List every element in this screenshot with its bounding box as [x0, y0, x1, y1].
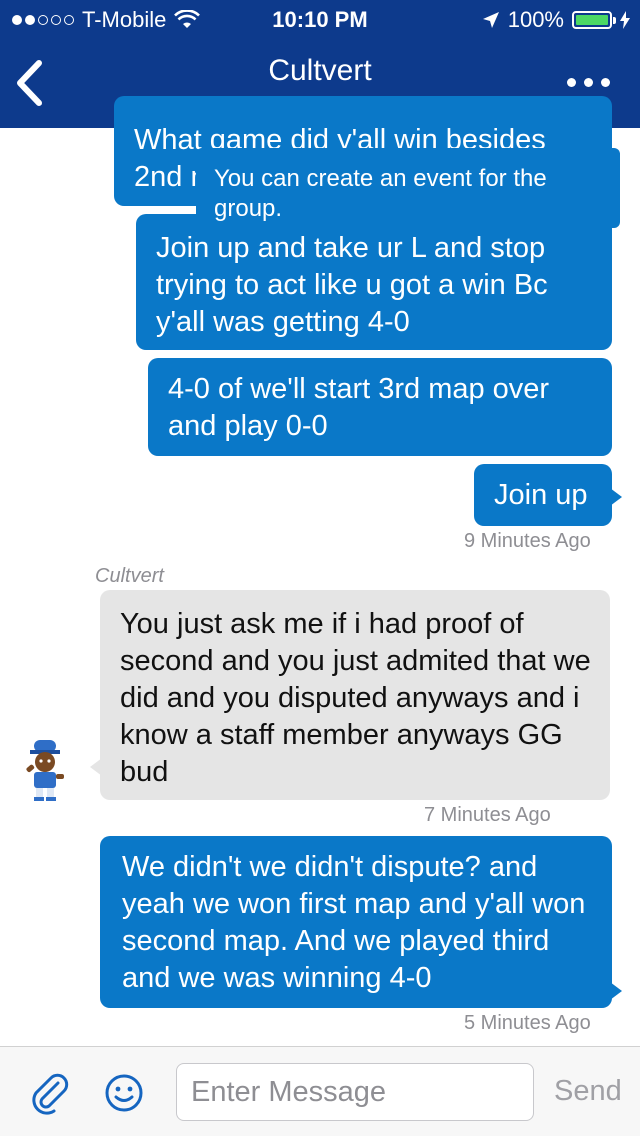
message-bubble-incoming: You just ask me if i had proof of second…	[90, 590, 610, 800]
paperclip-icon[interactable]	[28, 1071, 72, 1115]
sender-name: Cultvert	[95, 565, 164, 587]
charging-bolt-icon	[620, 11, 630, 29]
message-bubble-outgoing: Join up and take ur L and stop trying to…	[136, 214, 612, 350]
message-timestamp: 9 Minutes Ago	[464, 530, 591, 552]
location-arrow-icon	[482, 12, 499, 28]
avatar	[26, 740, 64, 801]
emoji-icon[interactable]	[104, 1073, 144, 1113]
create-event-tooltip[interactable]: You can create an event for the group.	[196, 148, 620, 228]
battery-percent: 100%	[507, 7, 564, 32]
battery-icon	[572, 11, 616, 29]
conversation-title: Cultvert	[268, 54, 372, 87]
message-bubble-outgoing: We didn't we didn't dispute? and yeah we…	[100, 836, 622, 1008]
status-bar: T-Mobile 10:10 PM 100%	[0, 0, 640, 40]
message-input[interactable]	[176, 1063, 534, 1121]
message-timestamp: 5 Minutes Ago	[464, 1012, 591, 1034]
message-timestamp: 7 Minutes Ago	[424, 804, 551, 826]
message-composer: Send	[0, 1046, 640, 1136]
message-bubble-outgoing: 4-0 of we'll start 3rd map over and play…	[148, 358, 612, 456]
message-bubble-outgoing: Join up	[474, 464, 622, 526]
more-icon[interactable]	[567, 78, 610, 87]
send-button[interactable]: Send	[554, 1075, 622, 1108]
